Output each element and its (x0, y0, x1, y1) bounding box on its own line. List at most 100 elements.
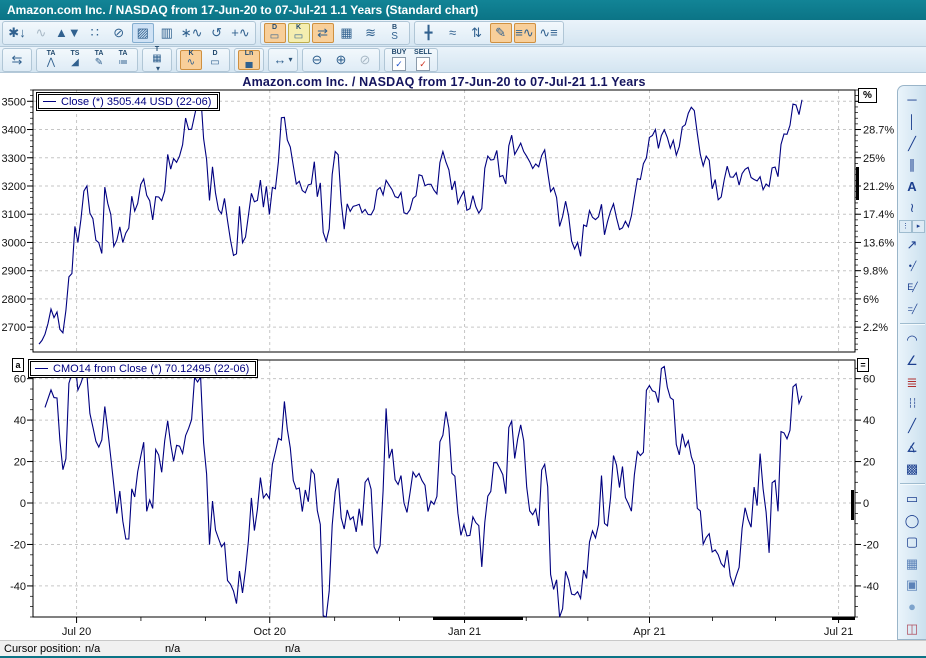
zigzag-icon[interactable]: ≈ (442, 23, 464, 43)
price-pane-right-tick-label: 6% (863, 294, 879, 306)
x-tick-label: Jan 21 (448, 626, 481, 638)
overlay-lines-icon[interactable]: ≋ (360, 23, 382, 43)
cmo-pane-left-tick-label: -20 (10, 539, 26, 551)
fit-vertical-icon[interactable]: ⇅ (466, 23, 488, 43)
regression-line-icon[interactable]: ↗ (900, 235, 924, 255)
curve-icon[interactable]: ≀ (900, 198, 924, 218)
pane-scale-button[interactable]: = (857, 358, 869, 372)
main-toolbar: ✱↓∿▲▼∷⊘▨▥∗∿↺+∿ D▭K▭⇄▦≋BS ╋≈⇅✎≡∿∿≡ (0, 20, 926, 47)
price-pane-right-tick-label: 25% (863, 153, 885, 165)
window-title: Amazon.com Inc. / NASDAQ from 17-Jun-20 … (0, 0, 926, 20)
pane-auto-button[interactable]: a (12, 358, 24, 372)
signal-arrows-chart-icon[interactable]: ▲▼ (54, 23, 82, 43)
cmo-pane-left-tick-label: 0 (20, 498, 26, 510)
filled-ellipse-icon[interactable]: ● (900, 597, 924, 617)
x-axis-grip-2 (832, 618, 855, 621)
objects-list-icon[interactable]: ∿≡ (538, 23, 560, 43)
cmo-legend-inner: CMO14 from Close (*) 70.12495 (22-06) (30, 361, 256, 376)
price-pane-left-tick-label: 2900 (2, 266, 26, 278)
reload-history-icon[interactable]: ↺ (206, 23, 228, 43)
percent-axis-button[interactable]: % (858, 88, 877, 103)
filled-rectangle-icon[interactable]: ▦ (900, 554, 924, 574)
ta-draw-icon[interactable]: TA✎ (88, 50, 110, 70)
price-pane-left-tick-label: 3400 (2, 125, 26, 137)
draw-pencil-icon[interactable]: ✎ (490, 23, 512, 43)
template-icon[interactable]: T▦▾ (146, 50, 168, 70)
price-pane-right-tick-label: 2.2% (863, 322, 888, 334)
equidistant-channel-icon[interactable]: =╱ (900, 300, 924, 320)
marked-trend-icon[interactable]: •╱ (900, 256, 924, 276)
horizontal-line-icon[interactable]: ─ (900, 90, 924, 110)
toolbar-group: TA⋀TS◢TA✎TA≔ (36, 48, 138, 72)
zoom-out-icon[interactable]: ⊖ (306, 50, 328, 70)
crosshair-icon[interactable]: ╋ (418, 23, 440, 43)
insert-data-icon[interactable]: ✱↓ (6, 23, 28, 43)
price-pane-left-tick-label: 3200 (2, 181, 26, 193)
sidebar-divider (900, 483, 925, 485)
ta-indicators-icon[interactable]: TA⋀ (40, 50, 62, 70)
bar-width-icon[interactable]: ↔▾ (272, 50, 294, 70)
toolbar-group: ╋≈⇅✎≡∿∿≡ (414, 21, 564, 45)
cmo-pane-right-tick-label: -20 (863, 539, 879, 551)
fibonacci-timezones-icon[interactable]: ┆┆ (900, 394, 924, 414)
buy-order-icon[interactable]: BUY✓ (388, 50, 410, 70)
cmo-pane-left-tick-label: 60 (14, 374, 26, 386)
rounded-rectangle-icon[interactable]: ▢ (900, 532, 924, 552)
marker-line-icon[interactable]: ∗∿ (180, 23, 204, 43)
candle-period-icon[interactable]: K▭ (288, 23, 310, 43)
cmo-legend-text: CMO14 from Close (*) 70.12495 (22-06) (53, 363, 249, 375)
price-pane-left-tick-label: 2700 (2, 322, 26, 334)
line-chart-toggle-icon[interactable]: K∿ (180, 50, 202, 70)
price-pane-left-tick-label: 3300 (2, 153, 26, 165)
ellipse-icon[interactable]: ◯ (900, 510, 924, 530)
log-scale-icon[interactable]: Ln▄ (238, 50, 260, 70)
cmo-legend[interactable]: CMO14 from Close (*) 70.12495 (22-06) (28, 359, 258, 378)
trendline-icon[interactable]: ╱ (900, 133, 924, 153)
daily-period-icon[interactable]: D▭ (264, 23, 286, 43)
error-channel-icon[interactable]: E╱ (900, 278, 924, 298)
fibonacci-retracement-icon[interactable]: ≣ (900, 373, 924, 393)
autoscale-icon[interactable]: ⇄ (312, 23, 334, 43)
speed-lines-icon[interactable]: ∡ (900, 437, 924, 457)
zoom-reset-icon[interactable]: ⊘ (354, 50, 376, 70)
ray-icon[interactable]: ╱ (900, 416, 924, 436)
refresh-icon[interactable]: ⇆ (6, 50, 28, 70)
bar-chart-toggle-icon[interactable]: D▭ (204, 50, 226, 70)
buy-sell-signals-icon[interactable]: BS (384, 23, 406, 43)
fibonacci-fan-icon[interactable]: ∠ (900, 351, 924, 371)
ta-settings-icon[interactable]: TA≔ (112, 50, 134, 70)
sidebar-divider (900, 323, 925, 325)
panel-next-icon[interactable]: ▸ (912, 220, 925, 233)
x-tick-label: Jul 20 (62, 626, 91, 638)
fibonacci-arcs-icon[interactable]: ◠ (900, 329, 924, 349)
parallel-channel-icon[interactable]: ∥ (900, 155, 924, 175)
cursor-value-1: n/a (85, 643, 100, 655)
cursor-value-2: n/a (165, 643, 180, 655)
price-legend-inner: Close (*) 3505.44 USD (22-06) (38, 94, 218, 109)
indicator-list-icon[interactable]: ≡∿ (514, 23, 536, 43)
rectangle-icon[interactable]: ▭ (900, 489, 924, 509)
cmo-pane-right-tick-label: 0 (863, 498, 869, 510)
zoom-in-icon[interactable]: ⊕ (330, 50, 352, 70)
add-curve-icon[interactable]: +∿ (230, 23, 252, 43)
price-pane-right-tick-label: 28.7% (863, 125, 894, 137)
gann-grid-icon[interactable]: ▩ (900, 459, 924, 479)
text-icon[interactable]: A (900, 177, 924, 197)
x-tick-label: Jul 21 (824, 626, 853, 638)
toolbar-group: ⇆ (2, 48, 32, 72)
area-chart-icon[interactable]: ▨ (132, 23, 154, 43)
erase-objects-icon[interactable]: ⊘ (108, 23, 130, 43)
panel-collapse-icon[interactable]: ⋮ (899, 220, 912, 233)
filled-rounded-rectangle-icon[interactable]: ▣ (900, 575, 924, 595)
ts-systems-icon[interactable]: TS◢ (64, 50, 86, 70)
histogram-icon[interactable]: ▥ (156, 23, 178, 43)
sidebar-mini-controls: ⋮▸ (899, 220, 925, 233)
linked-objects-icon[interactable]: ∷ (84, 23, 106, 43)
grid-toggle-icon[interactable]: ▦ (336, 23, 358, 43)
chart-canvas[interactable]: 35003400330032003100300029002800270028.7… (0, 73, 896, 640)
box-3d-icon[interactable]: ◫ (900, 618, 924, 638)
trend-tool-disabled-icon[interactable]: ∿ (30, 23, 52, 43)
vertical-line-icon[interactable]: │ (900, 112, 924, 132)
sell-order-icon[interactable]: SELL✓ (412, 50, 434, 70)
price-legend[interactable]: Close (*) 3505.44 USD (22-06) (36, 92, 220, 111)
